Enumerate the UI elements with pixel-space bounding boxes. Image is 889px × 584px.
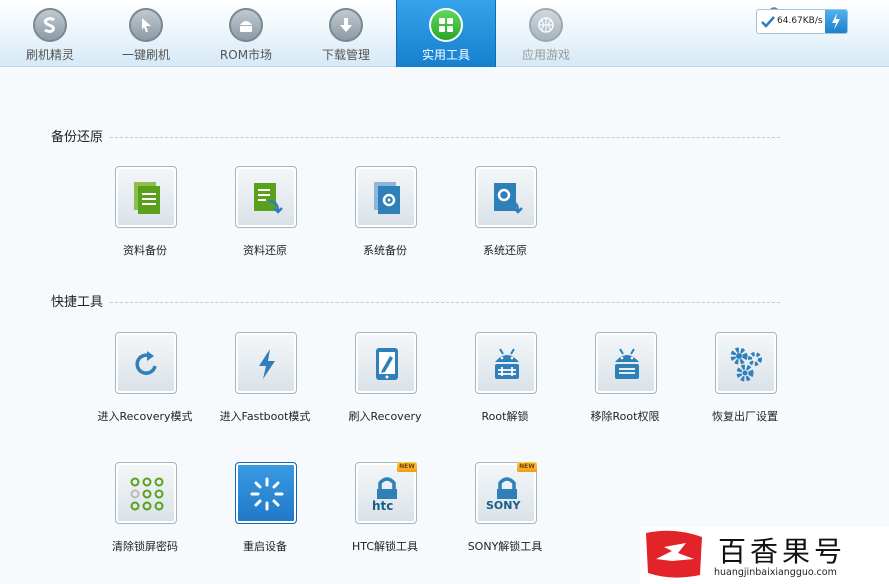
sony-brand: SONY (486, 499, 521, 512)
tab-label: 应用游戏 (521, 48, 570, 62)
lightning-icon (832, 13, 840, 30)
check-icon (761, 16, 775, 28)
android-remove-icon (595, 332, 657, 394)
tool-enter-recovery[interactable]: 进入Recovery模式 (85, 332, 205, 432)
tool-label: 系统还原 (483, 244, 527, 257)
tool-label: 刷入Recovery (348, 410, 422, 423)
tool-label: 资料备份 (123, 244, 167, 257)
section-title-backup: 备份还原 (51, 130, 104, 145)
tool-flash-recovery[interactable]: 刷入Recovery (325, 332, 445, 432)
tool-label: 进入Fastboot模式 (219, 410, 311, 423)
tab-one-click-flash[interactable]: 一键刷机 (96, 0, 196, 67)
section-title-quick-tools: 快捷工具 (51, 295, 104, 310)
section-divider (110, 137, 780, 138)
speed-boost-button[interactable] (825, 10, 847, 33)
refresh-icon (115, 332, 177, 394)
cursor-icon (129, 8, 163, 42)
tool-label: 恢复出厂设置 (712, 410, 778, 423)
speed-value: 64.67KB/s (777, 16, 823, 26)
tool-label: 资料还原 (243, 244, 287, 257)
tool-data-restore[interactable]: 资料还原 (205, 166, 325, 266)
network-speed-indicator: 64.67KB/s (756, 9, 848, 34)
tool-htc-unlock[interactable]: NEW htc HTC解锁工具 (325, 462, 445, 562)
system-backup-icon (355, 166, 417, 228)
watermark: 百香果号 huangjinbaixiangguo.com (640, 527, 889, 584)
tool-enter-fastboot[interactable]: 进入Fastboot模式 (205, 332, 325, 432)
tool-label: 重启设备 (243, 540, 287, 553)
tab-label: 实用工具 (421, 48, 470, 62)
tool-clear-lock-password[interactable]: 清除锁屏密码 (85, 462, 205, 562)
gears-icon (715, 332, 777, 394)
tool-root-unlock[interactable]: Root解锁 (445, 332, 565, 432)
tab-rom-market[interactable]: ROM市场 (196, 0, 296, 67)
tab-label: ROM市场 (219, 48, 273, 62)
loading-icon (235, 462, 297, 524)
grid-icon (429, 8, 463, 42)
android-unlock-icon (475, 332, 537, 394)
watermark-name: 百香果号 (718, 535, 847, 568)
new-badge: NEW (517, 462, 537, 472)
top-navigation-bar: 刷机精灵 一键刷机 ROM市场 下载管理 实用工具 应用游戏 64.67KB/s (0, 0, 889, 67)
basketball-icon (529, 8, 563, 42)
tool-data-backup[interactable]: 资料备份 (85, 166, 205, 266)
android-icon (229, 8, 263, 42)
htc-brand: htc (372, 499, 394, 513)
tool-label: HTC解锁工具 (351, 540, 419, 553)
tool-label: 清除锁屏密码 (112, 540, 178, 553)
tab-label: 刷机精灵 (25, 48, 74, 62)
tab-label: 一键刷机 (121, 48, 170, 62)
document-restore-icon (235, 166, 297, 228)
pattern-lock-icon (115, 462, 177, 524)
tool-system-restore[interactable]: 系统还原 (445, 166, 565, 266)
phone-edit-icon (355, 332, 417, 394)
tool-reboot-device[interactable]: 重启设备 (205, 462, 325, 562)
lock-window-icon[interactable] (766, 0, 782, 15)
tool-label: 系统备份 (363, 244, 407, 257)
tool-system-backup[interactable]: 系统备份 (325, 166, 445, 266)
tab-flash-wizard[interactable]: 刷机精灵 (0, 0, 100, 67)
tool-label: SONY解锁工具 (467, 540, 543, 553)
tool-label: 进入Recovery模式 (97, 410, 193, 423)
menu-icon[interactable] (794, 0, 810, 12)
htc-lock-icon: NEW htc (355, 462, 417, 524)
tool-factory-reset[interactable]: 恢复出厂设置 (685, 332, 805, 432)
tab-utilities[interactable]: 实用工具 (396, 0, 496, 67)
watermark-logo-icon (646, 530, 702, 578)
sony-lock-icon: NEW SONY (475, 462, 537, 524)
tool-label: 移除Root权限 (590, 410, 660, 423)
tab-download-manager[interactable]: 下载管理 (296, 0, 396, 67)
download-icon (329, 8, 363, 42)
document-backup-icon (115, 166, 177, 228)
s-logo-icon (33, 8, 67, 42)
tab-label: 下载管理 (321, 48, 370, 62)
tool-remove-root[interactable]: 移除Root权限 (565, 332, 685, 432)
tab-apps-games[interactable]: 应用游戏 (496, 0, 596, 67)
tool-sony-unlock[interactable]: NEW SONY SONY解锁工具 (445, 462, 565, 562)
watermark-url: huangjinbaixiangguo.com (714, 567, 837, 578)
section-divider (110, 302, 780, 303)
new-badge: NEW (397, 462, 417, 472)
lightning-icon (235, 332, 297, 394)
system-restore-icon (475, 166, 537, 228)
tool-label: Root解锁 (481, 410, 529, 423)
